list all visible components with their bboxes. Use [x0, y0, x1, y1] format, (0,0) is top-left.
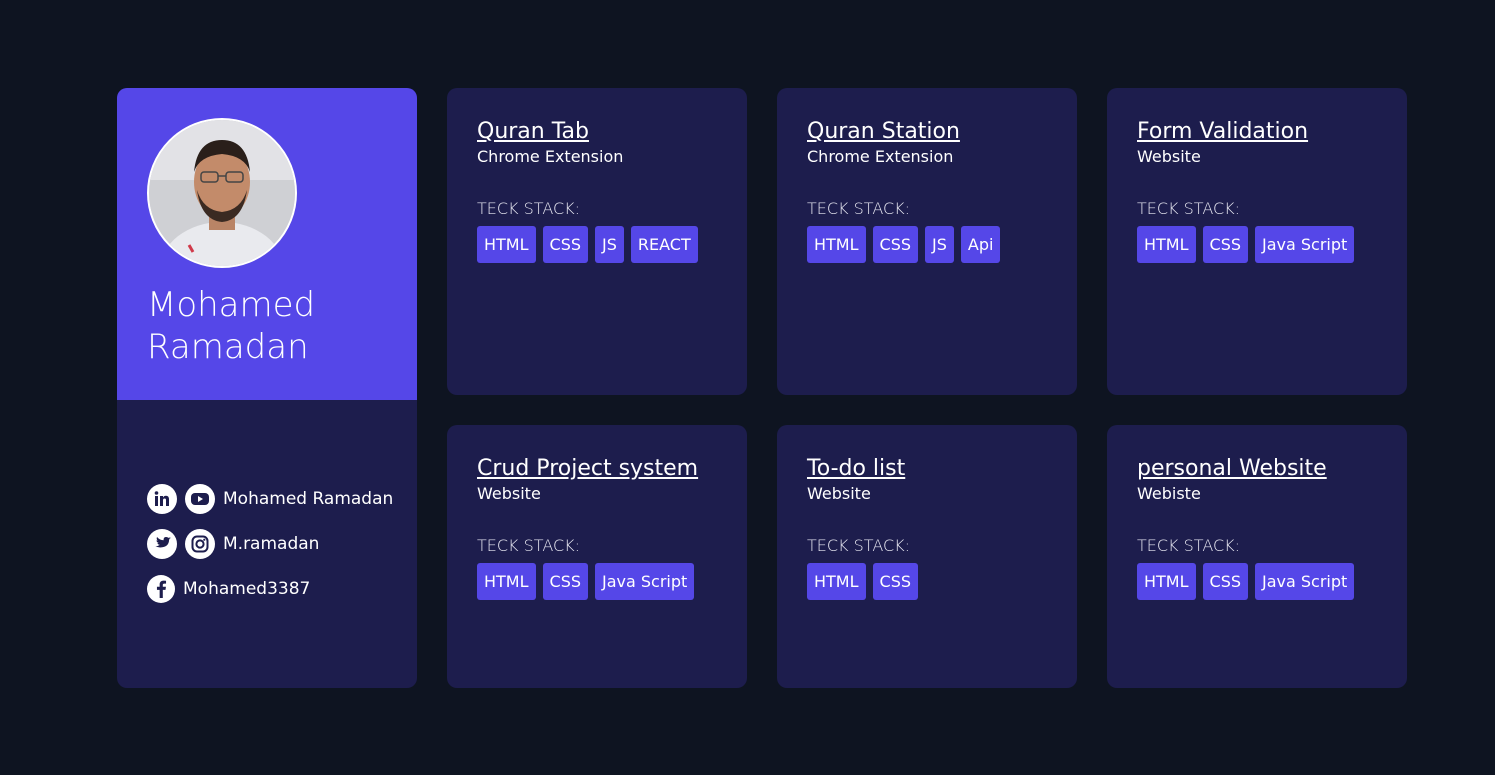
- tech-tag: Api: [960, 226, 1001, 263]
- tech-tag: CSS: [542, 226, 589, 263]
- tech-stack-label: TECK STACK:: [477, 199, 581, 218]
- tech-stack-label: TECK STACK:: [1137, 199, 1241, 218]
- tech-stack-tags: HTML CSS JS Api: [807, 226, 1057, 270]
- tech-tag: JS: [595, 226, 624, 263]
- project-type: Chrome Extension: [807, 147, 954, 166]
- project-card-personal-website: personal Website Webiste TECK STACK: HTM…: [1107, 425, 1407, 688]
- tech-stack-tags: HTML CSS Java Script: [477, 563, 727, 607]
- tech-tag: HTML: [477, 226, 536, 263]
- tech-tag: JS: [925, 226, 954, 263]
- project-card-quran-station: Quran Station Chrome Extension TECK STAC…: [777, 88, 1077, 395]
- profile-first-name: Mohamed: [147, 285, 316, 325]
- project-title-link[interactable]: personal Website: [1137, 455, 1327, 483]
- project-title-link[interactable]: Crud Project system: [477, 455, 698, 483]
- project-title-link[interactable]: To-do list: [807, 455, 905, 483]
- project-type: Webiste: [1137, 484, 1201, 503]
- project-type: Website: [807, 484, 871, 503]
- youtube-icon[interactable]: [185, 484, 215, 514]
- tech-tag: CSS: [542, 563, 589, 600]
- tech-tag: Java Script: [1255, 226, 1355, 263]
- tech-tag: HTML: [807, 226, 866, 263]
- tech-tag: CSS: [1202, 226, 1249, 263]
- profile-card: Mohamed Ramadan Mohamed Ramadan M.ramada…: [117, 88, 417, 688]
- social-row-instagram: M.ramadan: [147, 529, 319, 559]
- project-card-crud-project: Crud Project system Website TECK STACK: …: [447, 425, 747, 688]
- profile-last-name: Ramadan: [147, 327, 309, 367]
- project-card-quran-tab: Quran Tab Chrome Extension TECK STACK: H…: [447, 88, 747, 395]
- linkedin-icon[interactable]: [147, 484, 177, 514]
- tech-stack-label: TECK STACK:: [807, 536, 911, 555]
- instagram-handle[interactable]: M.ramadan: [223, 534, 319, 554]
- tech-tag: CSS: [1202, 563, 1249, 600]
- social-row-facebook: Mohamed3387: [147, 574, 310, 604]
- project-type: Website: [1137, 147, 1201, 166]
- tech-tag: Java Script: [1255, 563, 1355, 600]
- instagram-icon[interactable]: [185, 529, 215, 559]
- tech-stack-label: TECK STACK:: [807, 199, 911, 218]
- tech-stack-label: TECK STACK:: [477, 536, 581, 555]
- tech-tag: HTML: [1137, 563, 1196, 600]
- tech-stack-label: TECK STACK:: [1137, 536, 1241, 555]
- facebook-icon[interactable]: [147, 575, 175, 603]
- tech-tag: HTML: [477, 563, 536, 600]
- twitter-icon[interactable]: [147, 529, 177, 559]
- tech-stack-tags: HTML CSS Java Script: [1137, 226, 1387, 270]
- social-row-youtube: Mohamed Ramadan: [147, 484, 393, 514]
- youtube-channel-name[interactable]: Mohamed Ramadan: [223, 489, 393, 509]
- project-card-todo-list: To-do list Website TECK STACK: HTML CSS: [777, 425, 1077, 688]
- tech-tag: CSS: [872, 563, 919, 600]
- tech-tag: Java Script: [595, 563, 695, 600]
- tech-tag: HTML: [807, 563, 866, 600]
- tech-stack-tags: HTML CSS Java Script: [1137, 563, 1387, 607]
- profile-header: Mohamed Ramadan: [117, 88, 417, 400]
- avatar: [147, 118, 297, 268]
- tech-tag: REACT: [630, 226, 698, 263]
- tech-stack-tags: HTML CSS JS REACT: [477, 226, 727, 270]
- project-type: Website: [477, 484, 541, 503]
- project-title-link[interactable]: Quran Tab: [477, 118, 589, 146]
- tech-tag: CSS: [872, 226, 919, 263]
- tech-stack-tags: HTML CSS: [807, 563, 1057, 607]
- profile-name: Mohamed Ramadan: [147, 284, 397, 368]
- facebook-username[interactable]: Mohamed3387: [183, 579, 310, 599]
- tech-tag: HTML: [1137, 226, 1196, 263]
- project-title-link[interactable]: Quran Station: [807, 118, 960, 146]
- project-card-form-validation: Form Validation Website TECK STACK: HTML…: [1107, 88, 1407, 395]
- project-title-link[interactable]: Form Validation: [1137, 118, 1308, 146]
- project-type: Chrome Extension: [477, 147, 624, 166]
